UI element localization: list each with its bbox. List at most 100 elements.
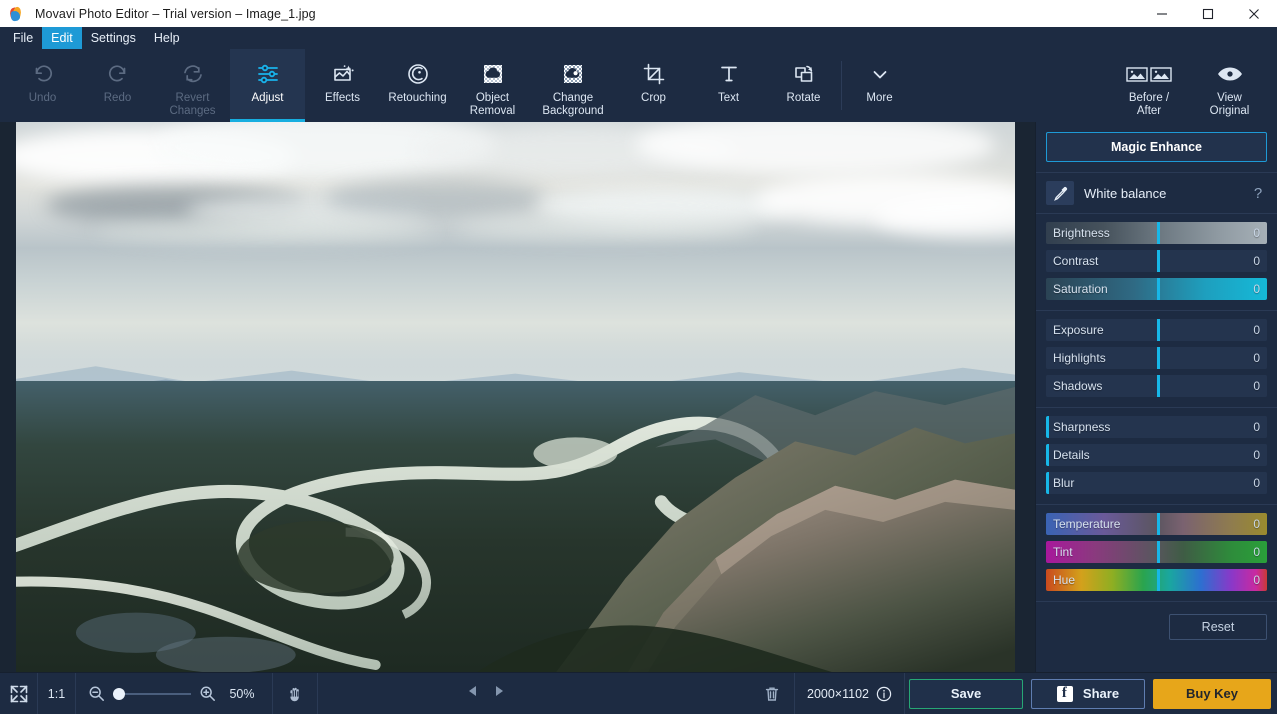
movavi-logo-icon (8, 5, 25, 22)
object-removal-icon (479, 57, 507, 91)
slider-sharpness[interactable]: Sharpness 0 (1046, 416, 1267, 438)
menu-item-settings[interactable]: Settings (82, 27, 145, 49)
menu-item-file[interactable]: File (4, 27, 42, 49)
reset-button[interactable]: Reset (1169, 614, 1267, 640)
slider-saturation-handle[interactable] (1156, 278, 1160, 300)
revert-label-line2: Changes (169, 104, 216, 117)
slider-brightness-handle[interactable] (1156, 222, 1160, 244)
slider-sharpness-handle[interactable] (1046, 416, 1049, 438)
redo-button[interactable]: Redo (80, 49, 155, 122)
crop-icon (640, 57, 668, 91)
tab-adjust-label: Adjust (251, 92, 284, 104)
slider-details[interactable]: Details 0 (1046, 444, 1267, 466)
fit-to-screen-button[interactable] (0, 673, 37, 714)
slider-saturation-value: 0 (1253, 282, 1260, 296)
slider-exposure[interactable]: Exposure 0 (1046, 319, 1267, 341)
slider-details-handle[interactable] (1046, 444, 1049, 466)
zoom-control: 50% (76, 685, 272, 702)
white-balance-row[interactable]: White balance ? (1036, 173, 1277, 213)
slider-temperature[interactable]: Temperature 0 (1046, 513, 1267, 535)
save-button[interactable]: Save (909, 678, 1023, 709)
maximize-button[interactable] (1185, 0, 1231, 27)
slider-shadows[interactable]: Shadows 0 (1046, 375, 1267, 397)
before-after-button[interactable]: Before / After (1106, 49, 1192, 122)
slider-tint[interactable]: Tint 0 (1046, 541, 1267, 563)
tab-more[interactable]: More (842, 49, 917, 122)
undo-button[interactable]: Undo (5, 49, 80, 122)
slider-temperature-label: Temperature (1053, 517, 1121, 531)
app-window: Movavi Photo Editor – Trial version – Im… (0, 0, 1277, 714)
tab-adjust[interactable]: Adjust (230, 49, 305, 122)
minimize-button[interactable] (1139, 0, 1185, 27)
rotate-icon (790, 57, 818, 91)
previous-image-icon[interactable] (466, 684, 480, 703)
tab-crop[interactable]: Crop (616, 49, 691, 122)
zoom-slider-handle[interactable] (113, 687, 125, 700)
revert-changes-button[interactable]: Revert Changes (155, 49, 230, 122)
title-bar: Movavi Photo Editor – Trial version – Im… (0, 0, 1277, 27)
tab-text[interactable]: Text (691, 49, 766, 122)
tab-object-removal[interactable]: Object Removal (455, 49, 530, 122)
slider-highlights-value: 0 (1253, 351, 1260, 365)
hand-tool-button[interactable] (273, 673, 317, 714)
slider-tint-value: 0 (1253, 545, 1260, 559)
bottom-bar: 1:1 50% 2000×1102 Save f Share Buy Key (0, 672, 1277, 714)
image-canvas[interactable] (0, 122, 1035, 672)
before-after-label-line2: After (1136, 104, 1162, 117)
slider-contrast-value: 0 (1253, 254, 1260, 268)
delete-image-button[interactable] (750, 673, 794, 714)
slider-temperature-handle[interactable] (1156, 513, 1160, 535)
tab-change-background[interactable]: Change Background (530, 49, 616, 122)
slider-blur-handle[interactable] (1046, 472, 1049, 494)
tab-object-removal-label-line1: Object (475, 92, 510, 104)
buy-key-button[interactable]: Buy Key (1153, 678, 1271, 709)
photo-valley-floor (16, 380, 1015, 672)
slider-exposure-handle[interactable] (1156, 319, 1160, 341)
slider-blur-track (1046, 472, 1267, 494)
tab-effects[interactable]: Effects (305, 49, 380, 122)
slider-details-value: 0 (1253, 448, 1260, 462)
slider-blur[interactable]: Blur 0 (1046, 472, 1267, 494)
slider-saturation-label: Saturation (1053, 282, 1108, 296)
slider-highlights-handle[interactable] (1156, 347, 1160, 369)
slider-contrast-handle[interactable] (1156, 250, 1160, 272)
change-background-icon (559, 57, 587, 91)
edited-photo (16, 122, 1015, 672)
slider-saturation[interactable]: Saturation 0 (1046, 278, 1267, 300)
zoom-in-icon[interactable] (199, 685, 216, 702)
magic-enhance-button[interactable]: Magic Enhance (1046, 132, 1267, 162)
close-button[interactable] (1231, 0, 1277, 27)
bottom-divider-4 (317, 672, 318, 714)
view-original-button[interactable]: View Original (1192, 49, 1267, 122)
next-image-icon[interactable] (492, 684, 506, 703)
tab-more-label: More (866, 92, 893, 104)
revert-label-line1: Revert (175, 92, 210, 104)
white-balance-help-icon[interactable]: ? (1251, 185, 1265, 202)
retouching-icon (404, 57, 432, 91)
slider-tint-handle[interactable] (1156, 541, 1160, 563)
slider-shadows-label: Shadows (1053, 379, 1103, 393)
menu-item-help[interactable]: Help (145, 27, 189, 49)
toolbar-history-group: Undo Redo Revert Changes (0, 49, 230, 122)
redo-icon (105, 57, 131, 91)
slider-shadows-handle[interactable] (1156, 375, 1160, 397)
slider-hue[interactable]: Hue 0 (1046, 569, 1267, 591)
zoom-slider[interactable] (113, 687, 191, 700)
slider-highlights[interactable]: Highlights 0 (1046, 347, 1267, 369)
zoom-out-icon[interactable] (88, 685, 105, 702)
actual-size-button[interactable]: 1:1 (38, 673, 75, 714)
eyedropper-icon[interactable] (1046, 181, 1074, 205)
slider-hue-handle[interactable] (1156, 569, 1160, 591)
redo-label: Redo (103, 92, 132, 104)
tab-rotate[interactable]: Rotate (766, 49, 841, 122)
slider-brightness[interactable]: Brightness 0 (1046, 222, 1267, 244)
main-area: Magic Enhance White balance ? Brightness… (0, 122, 1277, 672)
info-icon[interactable] (876, 686, 892, 702)
menu-item-edit[interactable]: Edit (42, 27, 82, 49)
share-label: Share (1082, 686, 1120, 701)
share-button[interactable]: Share (1031, 678, 1145, 709)
slider-contrast[interactable]: Contrast 0 (1046, 250, 1267, 272)
tab-retouching[interactable]: Retouching (380, 49, 455, 122)
image-dimensions-label: 2000×1102 (807, 686, 869, 701)
slider-tint-label: Tint (1053, 545, 1073, 559)
